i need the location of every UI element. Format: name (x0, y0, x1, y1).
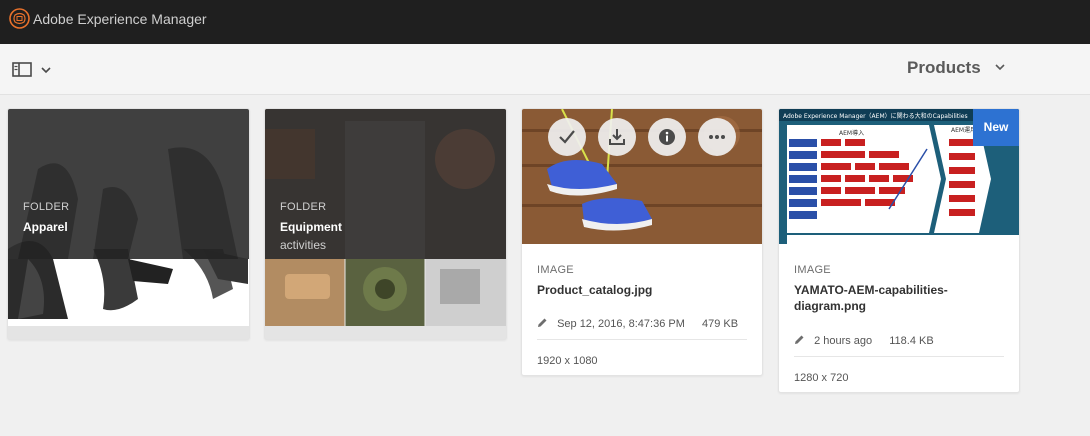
app-header: Adobe Experience Manager (0, 0, 1090, 44)
modified-date: Sep 12, 2016, 8:47:36 PM (557, 318, 685, 330)
asset-card-yamato-diagram[interactable]: Adobe Experience Manager（AEM）に関わる大和のCapa… (778, 108, 1020, 393)
chevron-down-icon (41, 67, 51, 74)
card-meta: Sep 12, 2016, 8:47:36 PM 479 KB (537, 317, 738, 330)
breadcrumb-dropdown[interactable]: Products (907, 58, 1005, 78)
folder-card-equipment[interactable]: FOLDER Equipment activities (264, 108, 507, 340)
card-title: Product_catalog.jpg (537, 283, 653, 297)
card-title-line-1: YAMATO-AEM-capabilities- (794, 283, 948, 297)
image-dimensions: 1280 x 720 (794, 372, 849, 384)
folder-overlay: FOLDER Apparel (8, 109, 249, 259)
card-type-label: IMAGE (537, 264, 574, 276)
chevron-down-icon (995, 64, 1005, 71)
divider (537, 339, 747, 340)
divider (794, 356, 1004, 357)
file-size: 118.4 KB (889, 335, 934, 347)
download-icon (609, 129, 625, 145)
folder-thumbnail: FOLDER Equipment activities (265, 109, 506, 326)
folder-card-apparel[interactable]: FOLDER Apparel (7, 108, 250, 340)
check-icon (559, 130, 575, 144)
diagram-section-1: AEM導入 (839, 129, 864, 137)
gloves-image-shadow (18, 147, 238, 259)
select-quick-action[interactable] (548, 118, 586, 156)
card-type-label: FOLDER (23, 201, 70, 213)
card-title: Apparel (23, 220, 68, 234)
card-type-label: IMAGE (794, 264, 831, 276)
rail-toggle-icon (12, 62, 32, 77)
card-subtitle: activities (280, 238, 327, 252)
diagram-caption: Adobe Experience Manager（AEM）に関わる大和のCapa… (783, 112, 968, 120)
breadcrumb-label: Products (907, 58, 981, 77)
content-toolbar: Products (0, 44, 1090, 95)
asset-thumbnail (522, 109, 762, 244)
card-meta: 2 hours ago 118.4 KB (794, 334, 934, 347)
asset-card-product-catalog[interactable]: IMAGE Product_catalog.jpg Sep 12, 2016, … (521, 108, 763, 376)
pencil-icon (538, 318, 547, 327)
image-dimensions: 1920 x 1080 (537, 355, 598, 367)
more-quick-action[interactable] (698, 118, 736, 156)
pencil-icon (795, 335, 804, 344)
card-title: Equipment (280, 220, 342, 234)
asset-thumbnail: Adobe Experience Manager（AEM）に関わる大和のCapa… (779, 109, 1019, 244)
new-badge: New (973, 109, 1019, 146)
info-quick-action[interactable] (648, 118, 686, 156)
info-icon (659, 129, 675, 145)
folder-thumbnail: FOLDER Apparel (8, 109, 249, 326)
card-title: YAMATO-AEM-capabilities- diagram.png (794, 282, 994, 314)
download-quick-action[interactable] (598, 118, 636, 156)
more-icon (709, 135, 725, 139)
rail-toggle-button[interactable] (12, 60, 52, 80)
file-size: 479 KB (701, 318, 739, 330)
card-type-label: FOLDER (280, 201, 327, 213)
card-title-line-2: diagram.png (794, 299, 867, 313)
folder-overlay: FOLDER Equipment activities (265, 109, 506, 259)
modified-date: 2 hours ago (814, 335, 873, 347)
adobe-aem-logo-icon[interactable] (9, 8, 30, 29)
equipment-collage-shadow (265, 121, 495, 259)
app-title: Adobe Experience Manager (33, 11, 207, 27)
